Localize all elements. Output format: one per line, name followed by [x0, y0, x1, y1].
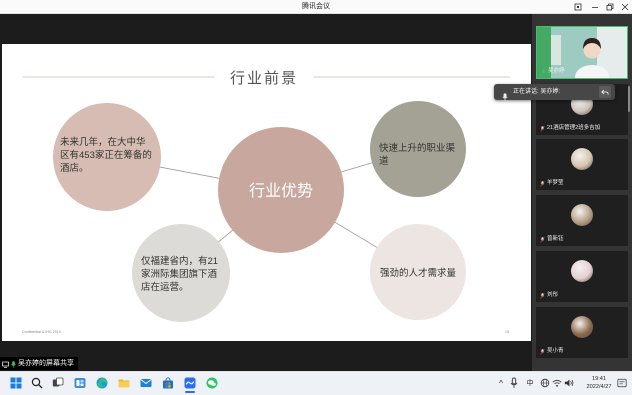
participant-tile[interactable]: 曾新钰 — [536, 195, 628, 246]
avatar — [571, 316, 593, 338]
screen-share-label: 吴亦婷的屏幕共享 — [0, 357, 78, 370]
center-node-label: 行业优势 — [249, 182, 313, 200]
window-title: 腾讯会议 — [302, 3, 330, 10]
file-explorer-icon[interactable] — [118, 377, 130, 389]
slide-page-number: 15 — [505, 330, 509, 334]
node-2-line: 家洲际集团旗下酒 — [141, 268, 218, 280]
mic-tray-icon[interactable] — [510, 377, 518, 389]
taskbar: ^ 中 19:41 2022/4/27 — [0, 371, 632, 395]
widgets-icon[interactable] — [74, 377, 86, 389]
participant-name-label: 21酒店管理2班多吉加 — [540, 125, 600, 132]
participant-name-label: 吴小青 — [540, 348, 564, 355]
participant-name: 刘彤 — [547, 292, 559, 298]
mic-icon — [502, 88, 508, 106]
restore-icon[interactable] — [604, 1, 615, 12]
mic-icon — [541, 68, 546, 73]
node-4-line: 强劲的人才需求量 — [380, 267, 457, 279]
store-icon[interactable] — [162, 377, 174, 389]
participant-name: 21酒店管理2班多吉加 — [547, 125, 601, 131]
reply-icon[interactable] — [599, 86, 611, 98]
participant-panel: 吴亦婷 21酒店管理2班多吉加 羊梦莹 曾新钰 刘彤 吴小青 — [532, 14, 632, 371]
participant-name: 羊梦莹 — [547, 180, 564, 186]
search-icon[interactable] — [31, 377, 43, 389]
participant-name: 吴小青 — [547, 348, 564, 354]
clock-time: 19:41 — [592, 376, 606, 382]
node-2-line: 仅福建省内，有21 — [141, 255, 218, 267]
mic-muted-icon — [540, 348, 545, 355]
node-1-line: 酒店。 — [60, 162, 89, 174]
mic-muted-icon — [540, 292, 545, 299]
node-1-line: 区有453家正在筹备的 — [60, 149, 152, 161]
shared-screen-area: 行业前景 未来几年，在大中华 区有453家正在筹备的 酒店。 仅福建省内，有21… — [0, 14, 532, 371]
node-1-line: 未来几年，在大中华 — [60, 136, 146, 148]
pin-icon[interactable] — [572, 1, 583, 12]
tray-expand-icon[interactable]: ^ — [496, 377, 506, 389]
notification-icon[interactable] — [617, 377, 627, 389]
title-bar: 腾讯会议 — [0, 0, 632, 14]
system-clock[interactable]: 19:41 2022/4/27 — [586, 375, 612, 391]
mic-muted-icon — [540, 180, 545, 187]
task-view-icon[interactable] — [52, 377, 64, 389]
participant-panel-scrollbar[interactable] — [628, 86, 630, 112]
participant-name-label: 曾新钰 — [540, 236, 564, 243]
participant-name-label: 羊梦莹 — [540, 180, 564, 187]
mic-muted-icon — [540, 125, 545, 132]
slide-footer: Confidential & IHG 2019 — [22, 330, 61, 334]
avatar — [571, 204, 593, 226]
participant-name: 吴亦婷 — [548, 68, 565, 74]
speaking-tooltip: 正在讲话: 吴亦婷: — [494, 84, 615, 101]
screen-share-icon — [2, 355, 9, 373]
screen-share-owner: 吴亦婷的屏幕共享 — [18, 360, 74, 367]
participant-tile[interactable]: 刘彤 — [536, 251, 628, 302]
participant-tile[interactable]: 吴亦婷 — [536, 26, 628, 79]
clock-date: 2022/4/27 — [586, 384, 612, 390]
wifi-icon[interactable] — [552, 377, 562, 389]
speaking-text: 正在讲话: 吴亦婷: — [513, 89, 561, 95]
tencent-meeting-icon[interactable] — [184, 377, 196, 389]
ime-indicator[interactable]: 中 — [524, 377, 536, 389]
node-3-line: 快速上升的职业渠 — [379, 142, 456, 154]
mail-icon[interactable] — [140, 377, 152, 389]
participant-name-label: 吴亦婷 — [541, 68, 565, 75]
shared-slide: 行业前景 未来几年，在大中华 区有453家正在筹备的 酒店。 仅福建省内，有21… — [2, 44, 531, 341]
node-3-line: 道 — [379, 155, 389, 167]
volume-icon[interactable] — [564, 377, 574, 389]
participant-tile[interactable]: 羊梦莹 — [536, 139, 628, 190]
node-2-line: 店在运营。 — [141, 281, 189, 293]
network-icon[interactable] — [540, 377, 550, 389]
wechat-icon[interactable] — [206, 377, 218, 389]
close-icon[interactable] — [619, 1, 630, 12]
participant-tile[interactable]: 吴小青 — [536, 307, 628, 358]
avatar — [571, 148, 593, 170]
slide-canvas: 行业前景 未来几年，在大中华 区有453家正在筹备的 酒店。 仅福建省内，有21… — [2, 44, 531, 341]
participant-name: 曾新钰 — [547, 236, 564, 242]
mic-icon — [11, 355, 16, 373]
minimize-icon[interactable] — [589, 1, 600, 12]
edge-icon[interactable] — [96, 377, 108, 389]
mic-muted-icon — [540, 236, 545, 243]
active-app-indicator — [185, 391, 195, 393]
participant-name-label: 刘彤 — [540, 292, 558, 299]
avatar — [571, 260, 593, 282]
windows-start-icon[interactable] — [10, 377, 22, 389]
slide-title: 行业前景 — [230, 70, 298, 87]
